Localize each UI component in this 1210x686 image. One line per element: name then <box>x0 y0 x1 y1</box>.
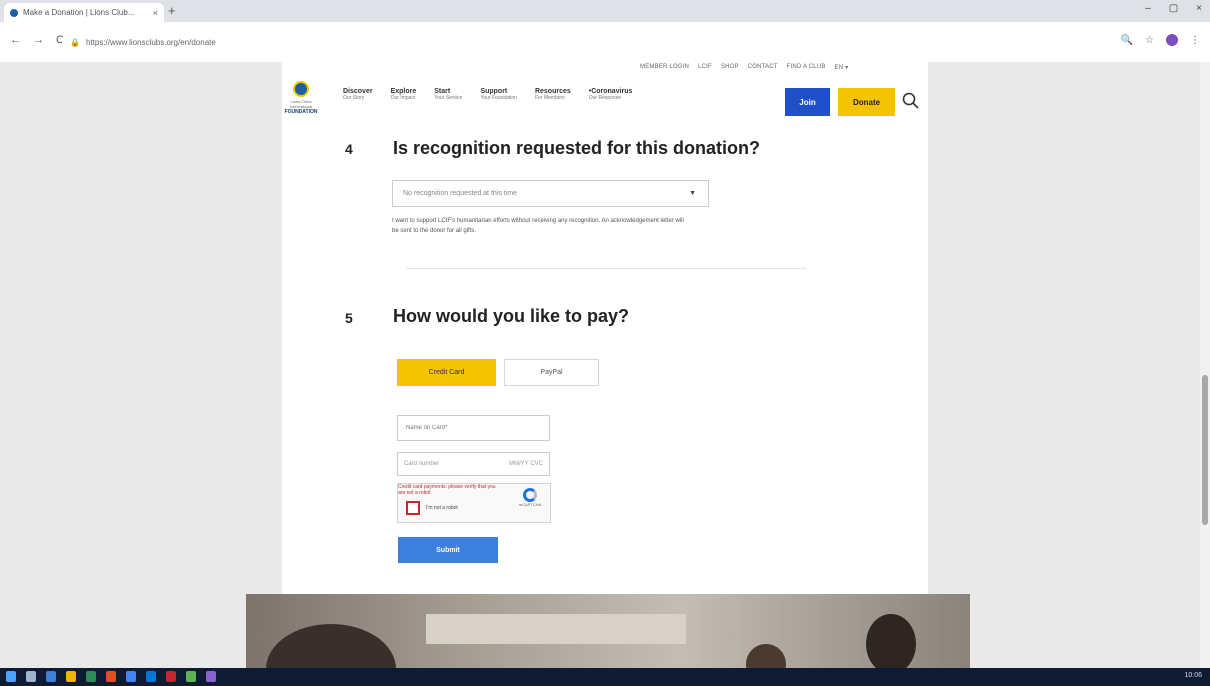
tab-title: Make a Donation | Lions Club... <box>23 8 135 17</box>
name-on-card-field[interactable] <box>397 415 550 441</box>
nav-item-support[interactable]: Support Your Foundation <box>480 88 517 101</box>
explorer-icon[interactable] <box>66 671 76 682</box>
system-tray[interactable]: 10:06 <box>1184 672 1202 679</box>
url-text: https://www.lionsclubs.org/en/donate <box>85 37 216 47</box>
card-expiry-placeholder: MM/YY CVC <box>509 461 543 467</box>
logo-name: FOUNDATION <box>284 109 318 115</box>
recognition-select[interactable]: No recognition requested at this time ▼ <box>392 180 709 207</box>
recaptcha-icon <box>523 488 537 502</box>
nav-item-discover[interactable]: Discover Our Story <box>343 88 373 101</box>
step-number: 5 <box>345 310 353 326</box>
url-field[interactable]: 🔒 https://www.lionsclubs.org/en/donate <box>62 30 1102 54</box>
app-icon[interactable] <box>106 671 116 682</box>
hero-image <box>246 594 970 668</box>
tab-close-icon[interactable]: × <box>153 8 158 18</box>
maximize-button[interactable]: ▢ <box>1169 3 1178 14</box>
app-icon[interactable] <box>206 671 216 682</box>
app-icon[interactable] <box>146 671 156 682</box>
utility-link[interactable]: LCIF <box>698 64 712 71</box>
nav-item-coronavirus[interactable]: •Coronavirus Our Response <box>589 88 633 101</box>
taskbar-icons <box>6 671 216 682</box>
step-title: How would you like to pay? <box>393 306 630 326</box>
lions-logo-icon <box>293 81 309 97</box>
browser-tab[interactable]: Make a Donation | Lions Club... × <box>4 3 164 22</box>
logo-line: Lions Clubs International <box>289 99 312 109</box>
start-icon[interactable] <box>6 671 16 682</box>
zoom-icon[interactable]: 🔍 <box>1121 35 1133 46</box>
star-icon[interactable]: ☆ <box>1145 35 1154 46</box>
main-nav: Discover Our Story Explore Our Impact St… <box>343 88 650 101</box>
nav-item-resources[interactable]: Resources For Members <box>535 88 571 101</box>
nav-item-explore[interactable]: Explore Our Impact <box>391 88 417 101</box>
donate-button[interactable]: Donate <box>838 88 895 116</box>
join-button[interactable]: Join <box>785 88 830 116</box>
favicon-icon <box>10 8 18 17</box>
section-divider <box>406 268 806 269</box>
tab-paypal[interactable]: PayPal <box>504 359 599 386</box>
recaptcha-label: I'm not a robot <box>426 505 458 511</box>
close-window-button[interactable]: × <box>1196 3 1202 14</box>
utility-link[interactable]: CONTACT <box>748 64 778 71</box>
tab-credit-card[interactable]: Credit Card <box>397 359 496 386</box>
new-tab-button[interactable]: + <box>168 3 176 18</box>
recognition-help-text: I want to support LCIF's humanitarian ef… <box>392 218 684 234</box>
browser-tab-bar: Make a Donation | Lions Club... × + – ▢ … <box>0 0 1210 22</box>
nav-item-start[interactable]: Start Your Service <box>434 88 462 101</box>
submit-button[interactable]: Submit <box>398 537 498 563</box>
back-button[interactable]: ← <box>10 34 21 46</box>
app-icon[interactable] <box>166 671 176 682</box>
site-logo[interactable]: Lions Clubs International FOUNDATION <box>284 81 318 117</box>
step-title: Is recognition requested for this donati… <box>393 138 761 158</box>
recaptcha-checkbox[interactable] <box>406 501 420 515</box>
utility-link[interactable]: FIND A CLUB <box>787 64 826 71</box>
utility-nav: MEMBER LOGIN LCIF SHOP CONTACT FIND A CL… <box>640 64 848 71</box>
search-icon[interactable] <box>26 671 36 682</box>
windows-taskbar: 10:06 <box>0 668 1210 686</box>
recaptcha-brand: reCAPTCHA <box>518 502 542 507</box>
card-number-placeholder: Card number <box>404 461 440 467</box>
app-icon[interactable] <box>186 671 196 682</box>
select-value: No recognition requested at this time <box>403 190 518 197</box>
scrollbar-thumb[interactable] <box>1202 375 1208 525</box>
chevron-down-icon: ▼ <box>689 190 696 197</box>
taskview-icon[interactable] <box>46 671 56 682</box>
utility-link[interactable]: MEMBER LOGIN <box>640 64 689 71</box>
browser-nav: ← → C <box>10 34 64 46</box>
forward-button[interactable]: → <box>33 34 44 46</box>
search-icon[interactable] <box>901 91 921 111</box>
address-bar-area: ← → C 🔒 https://www.lionsclubs.org/en/do… <box>0 22 1210 62</box>
recaptcha-logo: reCAPTCHA <box>516 488 544 507</box>
app-icon[interactable] <box>86 671 96 682</box>
scrollbar-track[interactable] <box>1200 62 1210 668</box>
browser-toolbar: 🔍 ☆ ⋮ <box>1121 34 1200 46</box>
language-select[interactable]: EN ▾ <box>835 64 849 71</box>
step-number: 4 <box>345 141 353 157</box>
minimize-button[interactable]: – <box>1145 3 1151 14</box>
card-number-field[interactable]: Card number MM/YY CVC <box>397 452 550 476</box>
chrome-icon[interactable] <box>126 671 136 682</box>
window-controls: – ▢ × <box>1145 3 1202 14</box>
profile-avatar[interactable] <box>1166 34 1178 46</box>
utility-link[interactable]: SHOP <box>721 64 739 71</box>
menu-icon[interactable]: ⋮ <box>1190 35 1200 46</box>
captcha-error-text: Credit card payments: please verify that… <box>398 484 496 496</box>
lock-icon: 🔒 <box>70 37 80 47</box>
